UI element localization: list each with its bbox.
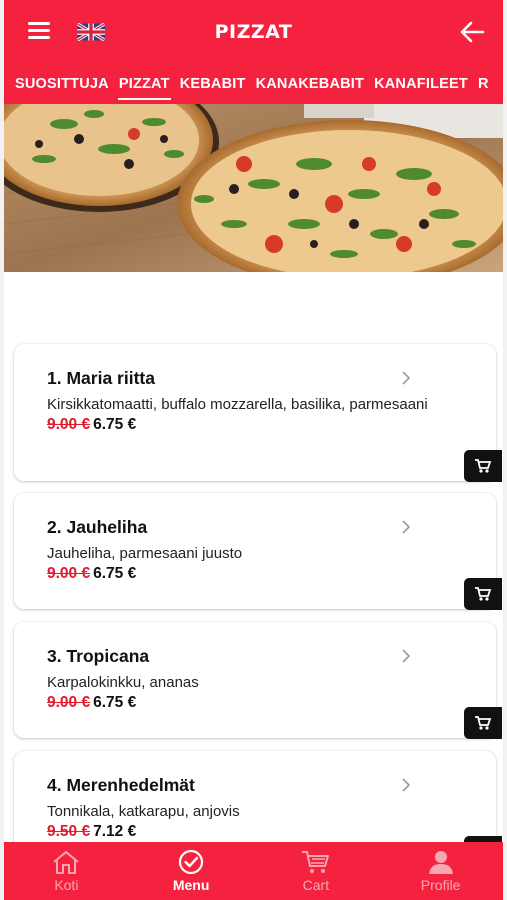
tab-kanafileet[interactable]: KANAFILEET bbox=[369, 64, 473, 104]
back-arrow-icon[interactable] bbox=[459, 20, 485, 44]
add-to-cart-button[interactable] bbox=[464, 450, 502, 482]
original-price: 9.00 € bbox=[47, 416, 91, 433]
nav-profile[interactable]: Profile bbox=[378, 842, 503, 900]
nav-label: Profile bbox=[420, 877, 461, 893]
add-to-cart-button[interactable] bbox=[464, 578, 502, 610]
add-to-cart-button[interactable] bbox=[464, 707, 502, 739]
menu-item-price: 9.00 €6.75 € bbox=[47, 694, 468, 712]
original-price: 9.00 € bbox=[47, 694, 91, 711]
nav-label: Menu bbox=[172, 877, 210, 893]
menu-item-description: Karpalokinkku, ananas bbox=[47, 674, 199, 691]
menu-item-card[interactable]: 4. Merenhedelmät Tonnikala, katkarapu, a… bbox=[14, 751, 502, 842]
menu-item-price: 9.50 €7.12 € bbox=[47, 823, 468, 841]
cart-icon bbox=[301, 851, 329, 873]
person-icon bbox=[428, 851, 453, 874]
discounted-price: 6.75 € bbox=[93, 565, 137, 582]
menu-item-card[interactable]: 1. Maria riitta Kirsikkatomaatti, buffal… bbox=[14, 344, 502, 482]
nav-menu[interactable]: Menu bbox=[129, 842, 254, 900]
discounted-price: 7.12 € bbox=[93, 823, 137, 840]
top-bar: PIZZAT bbox=[4, 0, 503, 64]
app-screen: PIZZAT SUOSITTUJA PIZZAT KEBABIT KANAKEB… bbox=[0, 0, 507, 900]
menu-item-card[interactable]: 2. Jauheliha Jauheliha, parmesaani juust… bbox=[14, 493, 502, 610]
chevron-right-icon bbox=[402, 649, 411, 663]
original-price: 9.00 € bbox=[47, 565, 91, 582]
menu-item-list: 1. Maria riitta Kirsikkatomaatti, buffal… bbox=[4, 272, 503, 842]
tab-kanakebabit[interactable]: KANAKEBABIT bbox=[251, 64, 370, 104]
tab-pizzat[interactable]: PIZZAT bbox=[114, 64, 175, 104]
page-title: PIZZAT bbox=[214, 21, 293, 43]
home-icon bbox=[53, 851, 80, 874]
menu-item-description: Tonnikala, katkarapu, anjovis bbox=[47, 803, 240, 820]
category-hero-image bbox=[4, 104, 503, 272]
menu-item-price: 9.00 €6.75 € bbox=[47, 416, 468, 434]
original-price: 9.50 € bbox=[47, 823, 91, 840]
chevron-right-icon bbox=[402, 520, 411, 534]
nav-label: Koti bbox=[54, 877, 79, 893]
discounted-price: 6.75 € bbox=[93, 694, 137, 711]
category-tabs: SUOSITTUJA PIZZAT KEBABIT KANAKEBABIT KA… bbox=[4, 64, 503, 104]
menu-item-price: 9.00 €6.75 € bbox=[47, 565, 468, 583]
menu-item-description: Jauheliha, parmesaani juusto bbox=[47, 545, 243, 562]
check-circle-icon bbox=[179, 849, 204, 875]
pizza-photo bbox=[4, 104, 503, 272]
bottom-navigation: Koti Menu Cart Profile bbox=[4, 842, 503, 900]
hamburger-menu-icon[interactable] bbox=[28, 22, 50, 40]
tab-suosittuja[interactable]: SUOSITTUJA bbox=[10, 64, 114, 104]
chevron-right-icon bbox=[402, 778, 411, 792]
nav-cart[interactable]: Cart bbox=[254, 842, 379, 900]
tab-kebabit[interactable]: KEBABIT bbox=[175, 64, 251, 104]
tab-next-category[interactable]: R bbox=[473, 64, 494, 104]
menu-item-description: Kirsikkatomaatti, buffalo mozzarella, ba… bbox=[47, 396, 428, 413]
cart-icon bbox=[475, 459, 492, 473]
nav-koti[interactable]: Koti bbox=[4, 842, 129, 900]
nav-label: Cart bbox=[302, 877, 330, 893]
cart-icon bbox=[475, 587, 492, 601]
chevron-right-icon bbox=[402, 371, 411, 385]
uk-flag-icon[interactable] bbox=[77, 23, 105, 41]
menu-item-card[interactable]: 3. Tropicana Karpalokinkku, ananas 9.00 … bbox=[14, 622, 502, 739]
discounted-price: 6.75 € bbox=[93, 416, 137, 433]
cart-icon bbox=[475, 716, 492, 730]
